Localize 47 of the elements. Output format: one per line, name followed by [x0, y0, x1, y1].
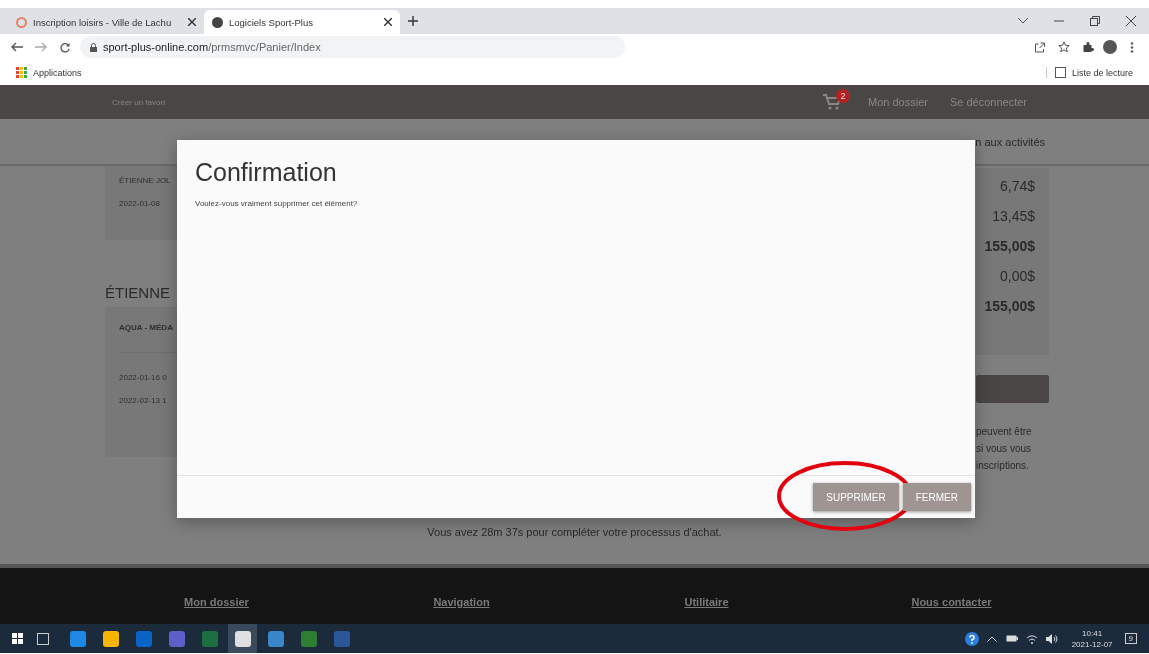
footer-heading[interactable]: Utilitaire	[584, 596, 829, 624]
cart-icon[interactable]	[823, 94, 841, 110]
clock[interactable]: 10:41 2021-12-07	[1071, 627, 1113, 650]
checkout-button[interactable]	[976, 375, 1049, 403]
amount-text: 6,74$	[999, 178, 1035, 194]
dialog-title: Confirmation	[195, 158, 337, 187]
new-tab-icon[interactable]	[408, 16, 418, 26]
footer-heading[interactable]: Nous contacter	[829, 596, 1074, 624]
speaker-icon[interactable]	[1043, 633, 1060, 644]
profile-icon[interactable]	[1103, 40, 1117, 54]
browser-tab[interactable]: Logiciels Sport-Plus	[204, 10, 400, 34]
task-view-icon[interactable]	[37, 632, 49, 645]
activity-name: AQUA - MÉDA	[119, 323, 174, 332]
footer-heading[interactable]: Mon dossier	[94, 596, 339, 624]
dialog-message: Voulez-vous vraiment supprimer cet élément?	[195, 199, 358, 208]
timer-text: Vous avez 28m 37s pour compléter votre processus d'achat.	[427, 526, 722, 540]
apps-icon[interactable]	[16, 67, 27, 78]
nav-link[interactable]: Se déconnecter	[949, 96, 1027, 108]
star-icon[interactable]	[1055, 41, 1073, 53]
subheader-text: n aux activités	[975, 135, 1045, 148]
close-icon[interactable]	[384, 18, 392, 26]
amount-text: 13,45$	[992, 208, 1035, 224]
close-icon[interactable]	[188, 18, 196, 26]
date-text: 2022-02-13 1	[119, 396, 168, 405]
windows-start-icon[interactable]	[12, 633, 23, 644]
amount-text: 0,00$	[999, 268, 1035, 284]
reading-list-button[interactable]: Liste de lecture	[1045, 67, 1133, 78]
bookmark-link[interactable]: Applications	[33, 67, 82, 78]
note-text: inscriptions.	[976, 459, 1030, 473]
footer-heading[interactable]: Navigation	[339, 596, 584, 624]
participant-name: ÉTIENNE JOL	[119, 176, 172, 185]
help-icon[interactable]	[963, 631, 980, 646]
amount-text: 155,00$	[984, 238, 1035, 254]
address-field[interactable]: sport-plus-online.com/prmsmvc/Panier/Index	[80, 36, 625, 58]
note-text: peuvent être	[976, 425, 1033, 439]
date-text: 2022-01-08	[119, 199, 161, 208]
notification-icon[interactable]: 9	[1124, 633, 1137, 644]
lock-icon	[90, 42, 97, 52]
amount-text: 155,00$	[984, 298, 1035, 314]
nav-link[interactable]: Mon dossier	[868, 96, 928, 108]
cart-count-badge: 2	[836, 89, 850, 103]
taskbar-app-icon[interactable]	[228, 624, 257, 653]
browser-tab[interactable]: Inscription loisirs - Ville de Lachu	[8, 10, 204, 34]
participant-heading: ÉTIENNE	[105, 284, 171, 301]
dialog-button[interactable]: SUPPRIMER	[813, 483, 899, 511]
dialog-button[interactable]: FERMER	[902, 483, 971, 511]
note-text: si vous vous	[976, 442, 1033, 456]
